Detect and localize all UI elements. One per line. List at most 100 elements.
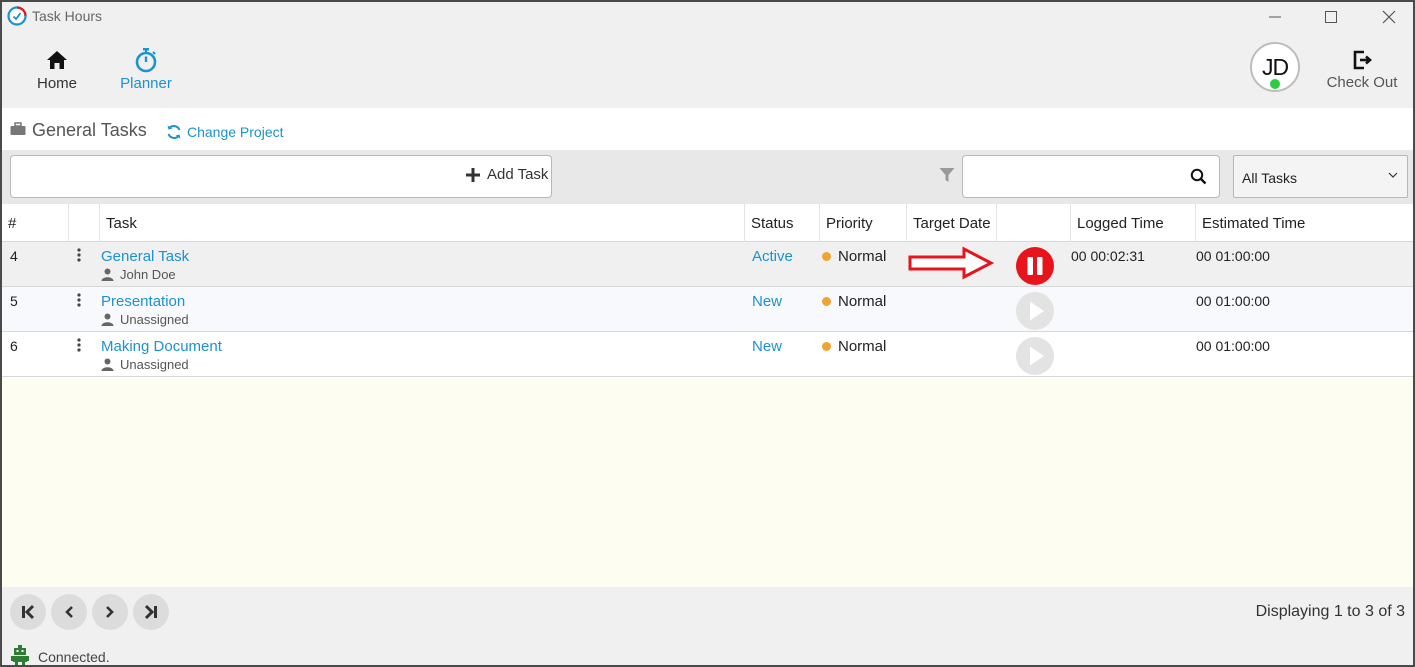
task-title-link[interactable]: General Task — [101, 248, 189, 265]
project-header: General Tasks Change Project — [2, 108, 1413, 150]
app-logo-icon — [7, 6, 27, 26]
maximize-icon — [1325, 11, 1337, 23]
check-out-button[interactable]: Check Out — [1320, 46, 1404, 91]
user-icon — [101, 358, 114, 371]
task-priority-label: Normal — [838, 293, 887, 310]
previous-page-button[interactable] — [51, 594, 87, 630]
task-priority-label: Normal — [838, 338, 887, 355]
app-window: Task Hours Home Planner JD Check Out Gen… — [0, 0, 1415, 667]
column-header-task[interactable]: Task — [100, 204, 745, 242]
task-status[interactable]: Active — [752, 248, 793, 265]
column-header-status[interactable]: Status — [745, 204, 820, 242]
task-filter-select[interactable]: All Tasks — [1233, 155, 1408, 198]
briefcase-icon — [10, 122, 26, 135]
check-out-label: Check Out — [1326, 74, 1398, 91]
task-priority: Normal — [822, 293, 886, 310]
annotation-arrow-icon — [908, 246, 994, 280]
window-title: Task Hours — [32, 8, 103, 24]
task-assignee-name: John Doe — [120, 267, 176, 282]
task-status[interactable]: New — [752, 293, 782, 310]
column-header-priority[interactable]: Priority — [820, 204, 907, 242]
task-filter-value: All Tasks — [1242, 170, 1297, 186]
row-number: 5 — [10, 293, 18, 309]
play-timer-button[interactable] — [1015, 291, 1055, 331]
user-icon — [101, 313, 114, 326]
minimize-button[interactable] — [1252, 4, 1298, 30]
task-priority: Normal — [822, 248, 886, 265]
refresh-icon — [167, 125, 181, 139]
main-toolbar: Home Planner JD Check Out — [2, 32, 1413, 108]
task-title-link[interactable]: Presentation — [101, 293, 185, 310]
first-page-button[interactable] — [10, 594, 46, 630]
kebab-menu-icon[interactable] — [76, 337, 82, 353]
task-logged-time: 00 00:02:31 — [1071, 248, 1145, 264]
task-title-link[interactable]: Making Document — [101, 338, 222, 355]
filter-icon[interactable] — [939, 167, 955, 183]
change-project-label: Change Project — [187, 124, 284, 140]
nav-home-button[interactable]: Home — [17, 46, 97, 92]
search-input[interactable] — [962, 155, 1220, 198]
last-page-icon — [144, 604, 157, 620]
last-page-button[interactable] — [133, 594, 169, 630]
add-task-button[interactable]: Add Task — [466, 166, 548, 183]
online-status-dot — [1270, 79, 1280, 89]
table-row[interactable]: 5 Presentation Unassigned New Normal 00 … — [2, 287, 1413, 332]
priority-dot — [822, 297, 831, 306]
chevron-right-icon — [106, 606, 114, 618]
project-title: General Tasks — [32, 120, 147, 140]
column-header-number[interactable]: # — [2, 204, 69, 242]
next-page-button[interactable] — [92, 594, 128, 630]
task-status[interactable]: New — [752, 338, 782, 355]
column-header-estimated-time[interactable]: Estimated Time — [1196, 204, 1413, 242]
priority-dot — [822, 252, 831, 261]
table-row[interactable]: 4 General Task John Doe Active Normal 00… — [2, 242, 1413, 287]
chevron-left-icon — [65, 606, 73, 618]
plus-icon — [466, 167, 480, 182]
column-header-logged-time[interactable]: Logged Time — [1071, 204, 1196, 242]
title-bar: Task Hours — [2, 2, 1413, 32]
priority-dot — [822, 342, 831, 351]
nav-home-label: Home — [36, 75, 77, 92]
task-table: # Task Status Priority Target Date Logge… — [2, 204, 1413, 377]
user-icon — [101, 268, 114, 281]
pagination-info: Displaying 1 to 3 of 3 — [1255, 603, 1405, 620]
avatar-initials: JD — [1261, 53, 1289, 80]
row-number: 4 — [10, 248, 18, 264]
nav-planner-label: Planner — [120, 75, 172, 92]
table-header: # Task Status Priority Target Date Logge… — [2, 204, 1413, 242]
close-icon — [1382, 10, 1396, 24]
maximize-button[interactable] — [1308, 4, 1354, 30]
pagination-bar: Displaying 1 to 3 of 3 — [2, 587, 1413, 637]
kebab-menu-icon[interactable] — [76, 292, 82, 308]
nav-planner-button[interactable]: Planner — [106, 46, 186, 92]
kebab-menu-icon[interactable] — [76, 247, 82, 263]
task-assignee: John Doe — [101, 267, 176, 282]
task-estimated-time: 00 01:00:00 — [1196, 248, 1270, 264]
status-bar: Connected. — [2, 639, 1413, 665]
sign-out-icon — [1353, 50, 1372, 70]
home-icon — [47, 51, 67, 69]
change-project-link[interactable]: Change Project — [166, 124, 284, 140]
table-row[interactable]: 6 Making Document Unassigned New Normal … — [2, 332, 1413, 377]
task-estimated-time: 00 01:00:00 — [1196, 338, 1270, 354]
task-assignee-name: Unassigned — [120, 357, 189, 372]
column-header-target-date[interactable]: Target Date — [907, 204, 997, 242]
table-empty-area — [2, 377, 1413, 587]
play-timer-button[interactable] — [1015, 336, 1055, 376]
row-number: 6 — [10, 338, 18, 354]
add-task-label: Add Task — [487, 166, 549, 183]
first-page-icon — [22, 604, 35, 620]
robot-icon — [11, 645, 29, 665]
task-priority: Normal — [822, 338, 886, 355]
minimize-icon — [1269, 16, 1281, 18]
column-header-menu — [69, 204, 100, 242]
task-estimated-time: 00 01:00:00 — [1196, 293, 1270, 309]
task-priority-label: Normal — [838, 248, 887, 265]
new-task-input[interactable]: Add Task — [10, 155, 552, 198]
task-controls: Add Task All Tasks — [2, 150, 1413, 204]
close-button[interactable] — [1366, 4, 1412, 30]
search-icon[interactable] — [1190, 168, 1207, 185]
column-header-timer — [997, 204, 1071, 242]
pause-timer-button[interactable] — [1015, 246, 1055, 286]
task-assignee: Unassigned — [101, 357, 189, 372]
